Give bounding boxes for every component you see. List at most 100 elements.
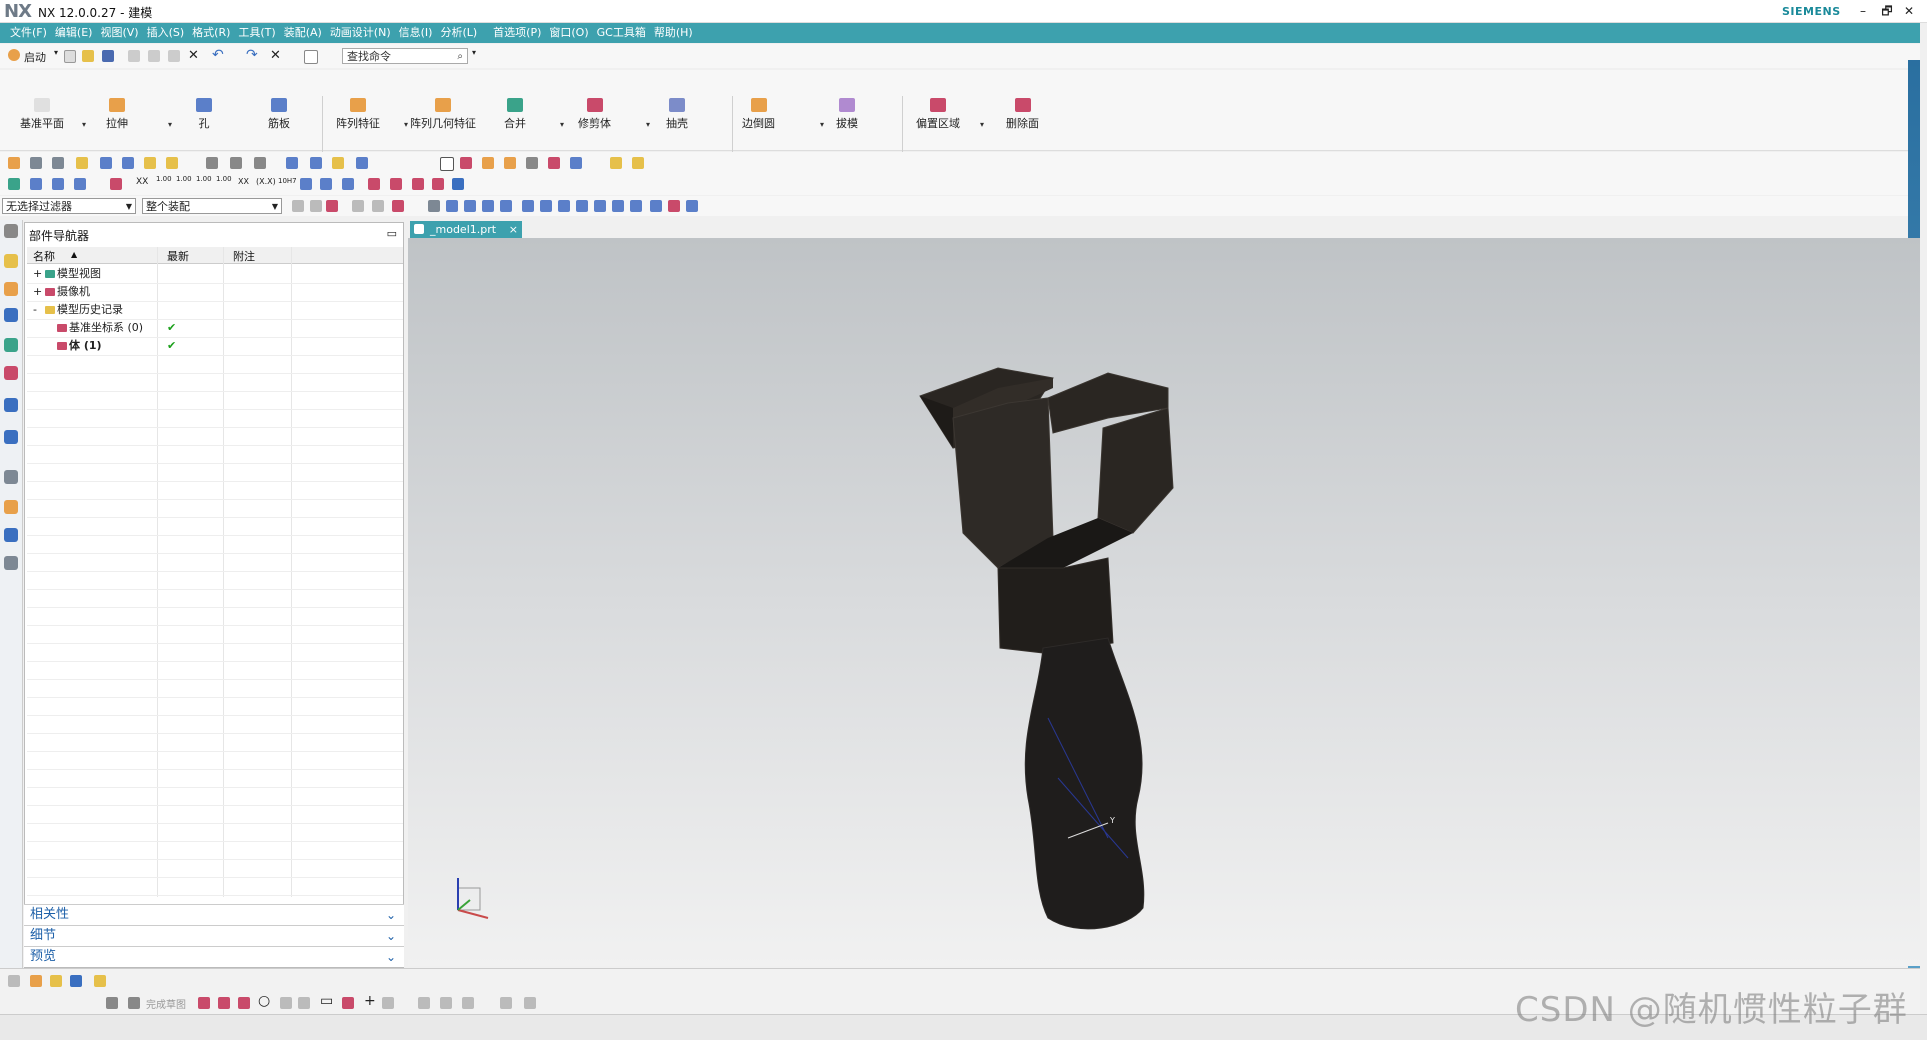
constraint-icon[interactable] (74, 178, 86, 190)
show-hide-icon[interactable] (428, 200, 440, 212)
no-circle-icon[interactable] (432, 178, 444, 190)
section-details[interactable]: 细节 ⌄ (24, 925, 404, 946)
general-select-icon[interactable] (310, 200, 322, 212)
edit-dim-icon[interactable] (368, 178, 380, 190)
start-dropdown-icon[interactable]: ▾ (54, 48, 58, 57)
finish-sketch-icon[interactable] (106, 997, 118, 1009)
fit-a-icon[interactable] (300, 178, 312, 190)
select-body-icon[interactable] (392, 200, 404, 212)
menu-item[interactable]: 动画设计(N) (326, 23, 395, 43)
sort-ascending-icon[interactable]: ▲ (71, 250, 77, 259)
sketch-icon[interactable] (30, 178, 42, 190)
attribute-icon[interactable] (310, 157, 322, 169)
sketch-constraint-icon[interactable] (70, 975, 82, 987)
basic-dim-icon[interactable]: XX (238, 177, 249, 186)
window-icon[interactable] (304, 50, 318, 64)
fit-b-icon[interactable] (320, 178, 332, 190)
extend-icon[interactable] (440, 997, 452, 1009)
assembly-navigator-icon[interactable] (4, 254, 18, 268)
sketch-task-icon[interactable] (50, 975, 62, 987)
chevron-down-icon[interactable]: ▾ (560, 120, 564, 129)
tree-row[interactable]: - 模型历史记录 (27, 301, 403, 320)
material-icon[interactable] (332, 157, 344, 169)
tolerance-100-b-icon[interactable]: 1.00 (176, 175, 192, 183)
synchronous-icon[interactable] (356, 157, 368, 169)
triangle-icon[interactable] (440, 157, 454, 171)
roles-icon[interactable] (4, 556, 18, 570)
thicken-icon[interactable] (122, 157, 134, 169)
selection-filter-select[interactable]: 无选择过滤器 ▼ (2, 198, 136, 214)
process-studio-icon[interactable] (4, 528, 18, 542)
ribbon-button[interactable]: 偏置区域 (916, 98, 960, 131)
menu-item[interactable]: 信息(I) (395, 23, 437, 43)
finish-sketch-label[interactable]: 完成草图 (146, 996, 186, 1011)
minimize-button[interactable]: – (1852, 2, 1874, 20)
part-navigator-icon[interactable] (4, 308, 18, 322)
reuse-library-icon[interactable] (4, 338, 18, 352)
block-icon[interactable] (52, 157, 64, 169)
chevron-down-icon[interactable]: ▾ (168, 120, 172, 129)
sketch-menu-icon[interactable] (94, 975, 106, 987)
snap-face-icon[interactable] (686, 200, 698, 212)
geometric-constraint-icon[interactable] (500, 997, 512, 1009)
check-icon[interactable] (8, 178, 20, 190)
drafting-view-icon[interactable] (460, 157, 472, 169)
tolerance-100-icon[interactable]: 1.00 (156, 175, 172, 183)
sheet-icon[interactable] (8, 975, 20, 987)
menu-item[interactable]: 帮助(H) (650, 23, 697, 43)
web-browser-icon[interactable] (4, 398, 18, 412)
chevron-down-icon[interactable]: ▾ (82, 120, 86, 129)
hd3d-tools-icon[interactable] (4, 366, 18, 380)
select-face-icon[interactable] (352, 200, 364, 212)
snap-intersection-icon[interactable] (500, 200, 512, 212)
paste-icon[interactable] (168, 50, 180, 62)
pmi-icon[interactable] (548, 157, 560, 169)
fit-c-icon[interactable] (342, 178, 354, 190)
annotation-icon[interactable] (482, 157, 494, 169)
sketch-feature-icon[interactable] (8, 157, 20, 169)
sketch-name-icon[interactable] (128, 997, 140, 1009)
open-file-icon[interactable] (82, 50, 94, 62)
snap-pole-icon[interactable] (668, 200, 680, 212)
tolerance-100-d-icon[interactable]: 1.00 (216, 175, 232, 183)
scope-select[interactable]: 整个装配 ▼ (142, 198, 282, 214)
ribbon-button[interactable]: 阵列几何特征 (410, 98, 476, 131)
menu-item[interactable]: 装配(A) (280, 23, 326, 43)
column-latest[interactable]: 最新 (167, 248, 189, 264)
rectangle-icon[interactable]: ▭ (320, 993, 333, 1009)
customize-dropdown-icon[interactable]: ▾ (472, 48, 476, 57)
menu-item[interactable]: 格式(R) (188, 23, 234, 43)
grip-model[interactable]: Y (919, 367, 1174, 930)
tube-icon[interactable] (230, 157, 242, 169)
line-icon[interactable] (218, 997, 230, 1009)
chevron-down-icon[interactable]: ▾ (404, 120, 408, 129)
chamfer-icon[interactable] (76, 157, 88, 169)
tree-row[interactable]: 基准坐标系 (0) ✔ (27, 319, 403, 338)
tree-row[interactable]: 体 (1) ✔ (27, 337, 403, 356)
tree-expander[interactable]: + (33, 265, 42, 283)
menu-item[interactable]: 编辑(E) (51, 23, 97, 43)
command-search-input[interactable]: 查找命令 ⌕ (342, 48, 468, 64)
sweep-icon[interactable] (206, 157, 218, 169)
ribbon-button[interactable]: 阵列特征 (336, 98, 380, 131)
tree-row[interactable]: + 摄像机 (27, 283, 403, 302)
history-icon[interactable] (4, 430, 18, 444)
ribbon-button[interactable]: 孔 (196, 98, 212, 131)
menu-item[interactable]: 窗口(O) (545, 23, 592, 43)
no-diameter-icon[interactable] (412, 178, 424, 190)
new-file-icon[interactable] (64, 50, 76, 63)
maximize-panel-icon[interactable]: ▭ (387, 227, 397, 240)
system-materials-icon[interactable] (4, 500, 18, 514)
snap-midpoint-icon[interactable] (464, 200, 476, 212)
reference-dim-icon[interactable]: (X.X) (256, 177, 276, 186)
snap-center-icon[interactable] (576, 200, 588, 212)
ribbon-button[interactable]: 修剪体 (578, 98, 611, 131)
weld-icon[interactable] (610, 157, 622, 169)
menu-item[interactable]: 工具(T) (234, 23, 279, 43)
return-icon[interactable] (452, 178, 464, 190)
fastener-icon[interactable] (632, 157, 644, 169)
ribbon-button[interactable]: 删除面 (1006, 98, 1039, 131)
tolerance-100-c-icon[interactable]: 1.00 (196, 175, 212, 183)
make-corner-icon[interactable] (462, 997, 474, 1009)
menu-item[interactable]: 插入(S) (143, 23, 189, 43)
